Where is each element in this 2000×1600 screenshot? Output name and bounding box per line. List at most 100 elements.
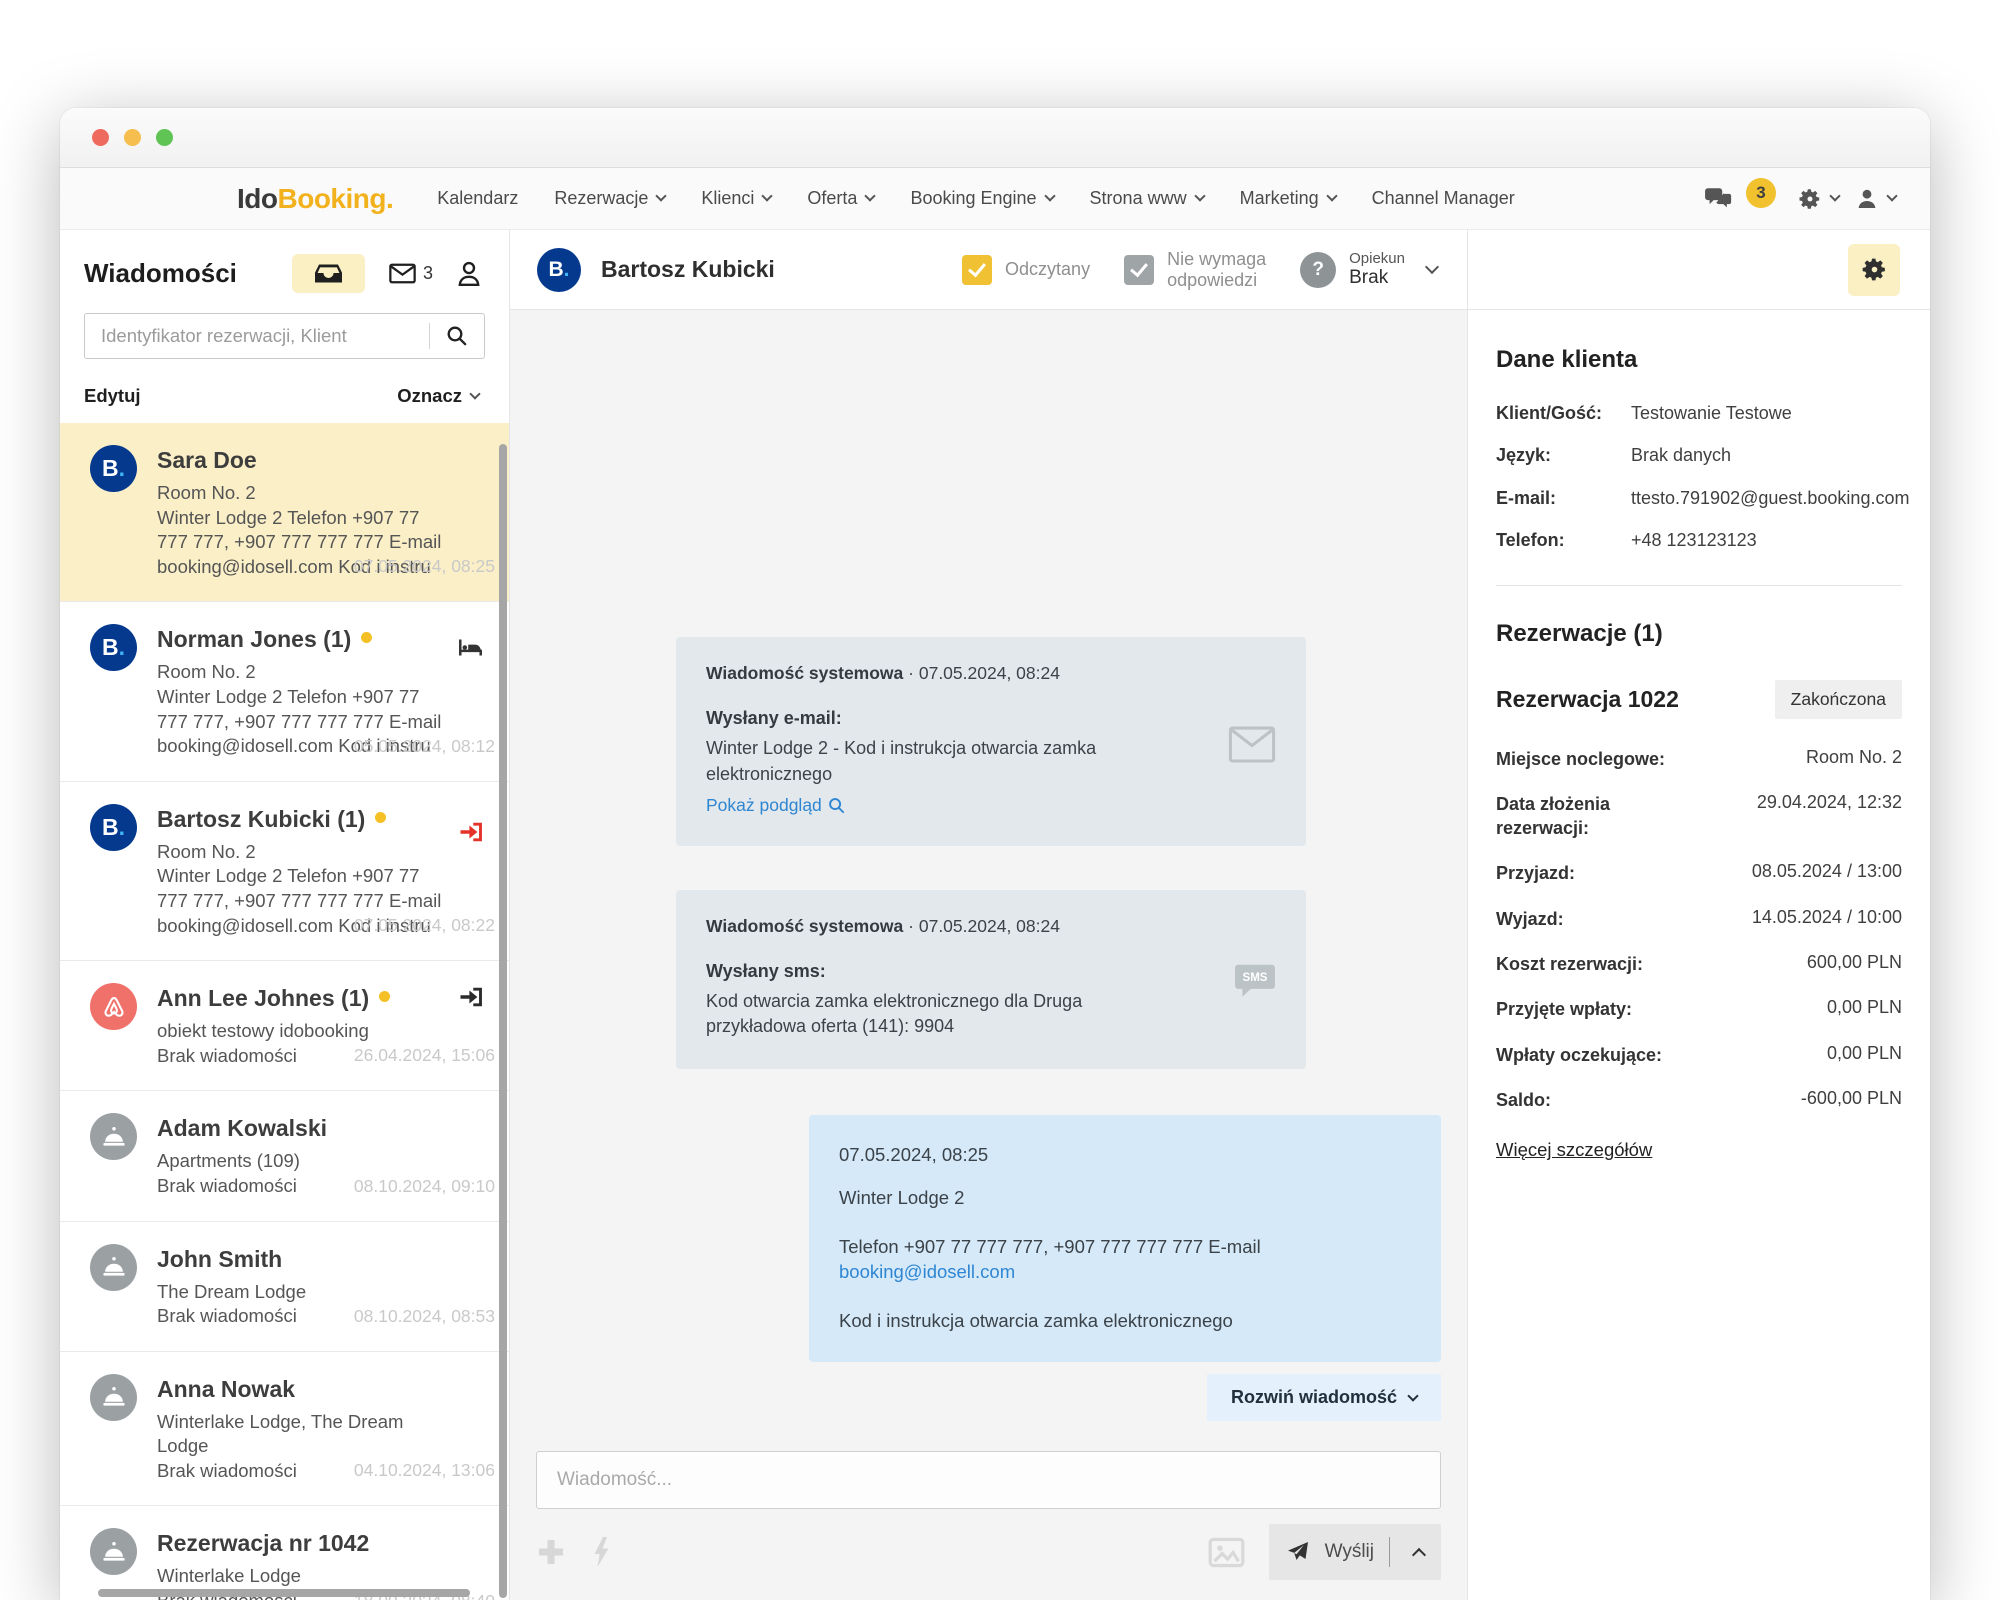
show-preview-link[interactable]: Pokaż podgląd [706,795,845,816]
conversation-item-ann-lee-johnes[interactable]: Ann Lee Johnes (1) obiekt testowy idoboo… [60,960,509,1090]
message-line: Winter Lodge 2 [839,1186,1411,1211]
zoom-window-button[interactable] [156,129,173,146]
menu-item-marketing[interactable]: Marketing [1240,188,1336,209]
reservation-row: Wpłaty oczekujące: 0,00 PLN [1496,1043,1902,1067]
conversation-name: Adam Kowalski [157,1115,481,1142]
quick-reply-icon[interactable] [592,1537,611,1567]
read-checkbox[interactable]: Odczytany [962,255,1090,285]
conversation-preview-line: Room No. 2 [157,481,481,506]
client-email-link[interactable]: ttesto.791902@guest.booking.com [1631,487,1909,510]
envelope-icon [389,263,416,284]
menu-item-oferta[interactable]: Oferta [807,188,874,209]
settings-menu[interactable] [1798,187,1839,211]
menu-item-strona-www[interactable]: Strona www [1090,188,1204,209]
outgoing-message: 07.05.2024, 08:25 Winter Lodge 2 Telefon… [809,1115,1441,1362]
chevron-down-icon [469,388,480,399]
conversation-item-bartosz-kubicki[interactable]: B. Bartosz Kubicki (1) Room No. 2 Winter… [60,781,509,960]
conversation-item-rezerwacja-1042[interactable]: Rezerwacja nr 1042 Winterlake Lodge Brak… [60,1505,509,1600]
client-phone-link[interactable]: +48 123123123 [1631,529,1757,552]
gear-icon [1861,256,1888,283]
messages-icon[interactable] [1704,187,1734,211]
conversation-name: Sara Doe [157,447,481,474]
conversation-name: Rezerwacja nr 1042 [157,1530,481,1557]
conversation-date: 26.04.2024, 15:06 [354,1045,495,1066]
conversation-date: 04.10.2024, 13:06 [354,1460,495,1481]
mail-unread-count: 3 [423,263,433,284]
client-row: Język: Brak danych [1496,444,1902,467]
add-attachment-icon[interactable] [536,1537,566,1567]
checkbox-checked-icon[interactable] [962,255,992,285]
chevron-down-icon [656,190,667,201]
conversation-preview-line: Room No. 2 [157,660,481,685]
checkbox-checked-icon[interactable] [1124,255,1154,285]
expand-message-button[interactable]: Rozwiń wiadomość [1207,1374,1441,1421]
conversation-item-anna-nowak[interactable]: Anna Nowak Winterlake Lodge, The Dream L… [60,1351,509,1506]
sidebar-vertical-scrollbar[interactable] [499,444,507,1598]
caretaker-dropdown[interactable]: ? Opiekun Brak [1300,250,1437,289]
booking-avatar: B. [537,248,581,292]
app-logo[interactable]: IdoBooking. [237,183,393,215]
mail-filter-button[interactable]: 3 [389,263,433,284]
panel-settings-button[interactable] [1848,244,1900,296]
client-name-value: Testowanie Testowe [1631,402,1792,425]
chat-header: B. Bartosz Kubicki Odczytany Nie wymagao… [510,230,1467,310]
bell-avatar [90,1113,137,1160]
close-window-button[interactable] [92,129,109,146]
chevron-down-icon [1407,1390,1418,1401]
message-composer: Wyślij [510,1435,1467,1600]
minimize-window-button[interactable] [124,129,141,146]
messages-sidebar: Wiadomości 3 [60,230,510,1600]
sidebar-horizontal-scrollbar[interactable] [98,1589,470,1597]
more-details-link[interactable]: Więcej szczegółów [1496,1139,1652,1161]
email-link[interactable]: booking@idosell.com [839,1261,1015,1282]
bed-icon [458,638,483,662]
image-icon[interactable] [1208,1537,1245,1568]
conversation-list: B. Sara Doe Room No. 2 Winter Lodge 2 Te… [60,423,509,1600]
chevron-up-icon[interactable] [1412,1547,1426,1561]
system-message-email: Wiadomość systemowa · 07.05.2024, 08:24 … [676,637,1306,845]
conversation-preview-line: Lodge [157,1434,481,1459]
bell-avatar [90,1528,137,1575]
edit-button[interactable]: Edytuj [84,385,141,407]
conversation-item-john-smith[interactable]: John Smith The Dream Lodge Brak wiadomoś… [60,1221,509,1351]
mark-button[interactable]: Oznacz [397,385,479,407]
reservation-row: Saldo: -600,00 PLN [1496,1088,1902,1112]
message-input[interactable] [536,1451,1441,1509]
service-bell-icon [101,1386,127,1408]
chevron-down-icon [865,190,876,201]
inbox-icon [315,263,342,284]
menu-item-klienci[interactable]: Klienci [701,188,771,209]
inbox-filter-button[interactable] [292,254,365,293]
menu-item-kalendarz[interactable]: Kalendarz [437,188,518,209]
conversation-item-adam-kowalski[interactable]: Adam Kowalski Apartments (109) Brak wiad… [60,1090,509,1220]
conversation-name: Ann Lee Johnes (1) [157,985,481,1012]
unread-dot [375,812,386,823]
notification-badge[interactable]: 3 [1746,178,1776,208]
conversation-preview-line: Winter Lodge 2 Telefon +907 77 [157,685,481,710]
account-menu[interactable] [1855,187,1896,211]
reservations-title: Rezerwacje (1) [1496,620,1902,648]
magnifier-icon [828,797,845,814]
search-input[interactable] [85,325,429,347]
chat-header-controls: Odczytany Nie wymagaodpowiedzi ? Opiekun… [962,249,1437,290]
no-reply-checkbox[interactable]: Nie wymagaodpowiedzi [1124,249,1266,290]
search-button[interactable] [430,314,484,358]
menu-item-booking-engine[interactable]: Booking Engine [910,188,1053,209]
chevron-down-icon [1886,190,1897,201]
check-in-icon [458,987,483,1012]
clients-filter-button[interactable] [457,261,481,287]
conversation-date: 05.05.2024, 08:12 [354,736,495,757]
menu-item-channel-manager[interactable]: Channel Manager [1372,188,1515,209]
conversation-item-norman-jones[interactable]: B. Norman Jones (1) Room No. 2 Winter Lo… [60,601,509,780]
unread-dot [361,632,372,643]
conversation-item-sara-doe[interactable]: B. Sara Doe Room No. 2 Winter Lodge 2 Te… [60,423,509,601]
chevron-down-icon [762,190,773,201]
reservation-number: Rezerwacja 1022 [1496,686,1679,713]
reservation-row: Koszt rezerwacji: 600,00 PLN [1496,952,1902,976]
chevron-down-icon [1326,190,1337,201]
send-button[interactable]: Wyślij [1269,1524,1441,1580]
message-line: Kod i instrukcja otwarcia zamka elektron… [839,1309,1411,1334]
composer-toolbar: Wyślij [536,1509,1441,1600]
question-mark-icon: ? [1300,252,1336,288]
menu-item-rezerwacje[interactable]: Rezerwacje [554,188,665,209]
